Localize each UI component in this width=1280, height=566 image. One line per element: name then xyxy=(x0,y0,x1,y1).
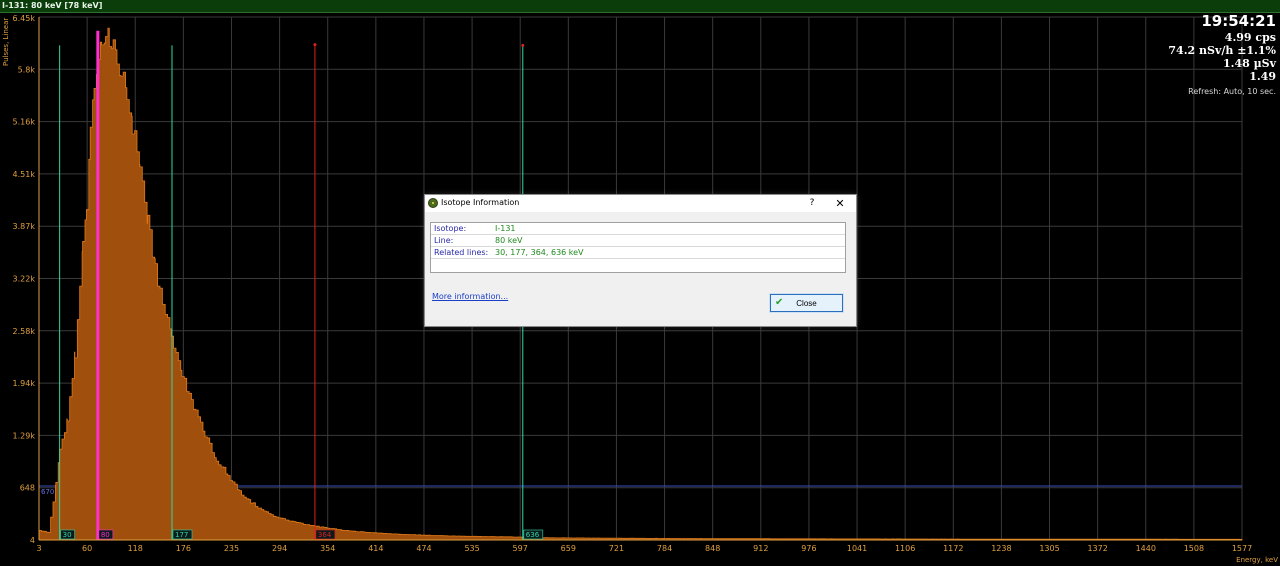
y-tick-label: 3.22k xyxy=(13,275,36,284)
isotope-value: I-131 xyxy=(495,224,516,233)
x-tick-label: 784 xyxy=(657,544,672,553)
x-tick-label: 235 xyxy=(224,544,239,553)
x-tick-label: 912 xyxy=(753,544,768,553)
x-tick-label: 176 xyxy=(176,544,191,553)
y-tick-label: 5.16k xyxy=(13,118,36,127)
y-tick-label: 1.94k xyxy=(13,379,36,388)
x-tick-label: 1041 xyxy=(847,544,867,553)
x-tick-label: 535 xyxy=(464,544,479,553)
line-label-text: 177 xyxy=(175,531,188,539)
stats-panel: 19:54:21 4.99 cps 74.2 nSv/h ±1.1% 1.48 … xyxy=(1168,12,1276,98)
y-tick-label: 6.45k xyxy=(13,14,36,23)
count-rate: 4.99 cps xyxy=(1224,31,1276,44)
y-tick-labels: 4 648 1.29k 1.94k 2.58k 3.22k 3.87k 4.51k 5.16k 5… xyxy=(13,14,36,545)
related-lines-label: Related lines: xyxy=(434,248,489,257)
x-tick-label: 414 xyxy=(368,544,383,553)
threshold-label: 670 xyxy=(41,488,54,496)
x-tick-label: 659 xyxy=(561,544,576,553)
clock-time: 19:54:21 xyxy=(1201,12,1276,30)
line-label: Line: xyxy=(434,236,454,245)
dialog-title: Isotope Information xyxy=(441,198,520,207)
x-tick-label: 1172 xyxy=(943,544,963,553)
x-tick-label: 1508 xyxy=(1184,544,1204,553)
x-tick-label: 848 xyxy=(705,544,720,553)
x-tick-label: 1238 xyxy=(991,544,1011,553)
window-title: I-131: 80 keV [78 keV] xyxy=(2,1,103,10)
refresh-status[interactable]: Refresh: Auto, 10 sec. xyxy=(1168,86,1276,98)
isotope-line-364[interactable]: 364 xyxy=(313,43,336,540)
x-tick-label: 354 xyxy=(320,544,335,553)
x-tick-label: 474 xyxy=(416,544,431,553)
y-tick-label: 5.8k xyxy=(18,65,36,74)
dialog-title-bar[interactable]: Isotope Information ? ✕ xyxy=(425,195,856,212)
y-tick-label: 2.58k xyxy=(13,327,36,336)
line-label-text: 636 xyxy=(526,531,540,539)
help-button[interactable]: ? xyxy=(805,195,819,212)
x-tick-labels: 3 60 118 176 235 294 354 414 474 535 597 659 721 784 8… xyxy=(36,544,1252,553)
dialog-close-icon[interactable]: ✕ xyxy=(833,195,847,212)
x-tick-label: 294 xyxy=(272,544,287,553)
x-tick-label: 1577 xyxy=(1232,544,1252,553)
y-tick-label: 3.87k xyxy=(13,222,36,231)
info-row-related-lines: Related lines: 30, 177, 364, 636 keV xyxy=(431,247,845,259)
x-tick-label: 60 xyxy=(82,544,92,553)
isotope-information-dialog: Isotope Information ? ✕ Isotope: I-131 L… xyxy=(424,194,857,327)
info-row-line: Line: 80 keV xyxy=(431,235,845,247)
line-value: 80 keV xyxy=(495,236,523,245)
radiation-isotope-icon xyxy=(428,198,438,208)
line-top-dot xyxy=(521,43,525,47)
close-button[interactable]: ✔ Close xyxy=(769,293,844,313)
close-button-label: Close xyxy=(796,299,817,308)
x-axis-label: Energy, keV xyxy=(1236,556,1278,564)
line-top-dot xyxy=(313,43,317,47)
y-tick-label: 4 xyxy=(30,536,35,545)
window-title-bar: I-131: 80 keV [78 keV] xyxy=(0,0,1280,13)
isotope-info-list: Isotope: I-131 Line: 80 keV Related line… xyxy=(430,222,846,273)
isotope-label: Isotope: xyxy=(434,224,467,233)
more-information-link[interactable]: More information... xyxy=(432,292,508,301)
x-tick-label: 721 xyxy=(609,544,624,553)
line-label-text: 364 xyxy=(318,531,332,539)
ratio-value: 1.49 xyxy=(1249,70,1276,83)
x-tick-label: 1305 xyxy=(1039,544,1059,553)
x-tick-label: 1372 xyxy=(1087,544,1107,553)
line-label-text: 80 xyxy=(101,531,110,539)
x-tick-label: 3 xyxy=(36,544,41,553)
accumulated-dose: 1.48 µSv xyxy=(1222,57,1276,70)
y-tick-label: 4.51k xyxy=(13,170,36,179)
x-tick-label: 118 xyxy=(128,544,143,553)
info-row-isotope: Isotope: I-131 xyxy=(431,223,845,235)
line-label-text: 30 xyxy=(63,531,72,539)
y-tick-label: 1.29k xyxy=(13,431,36,440)
x-tick-label: 1440 xyxy=(1136,544,1156,553)
y-axis-label: Pulses, Linear xyxy=(2,18,10,66)
y-tick-label: 648 xyxy=(20,484,35,493)
x-tick-label: 976 xyxy=(801,544,816,553)
related-lines-value: 30, 177, 364, 636 keV xyxy=(495,248,584,257)
dose-rate: 74.2 nSv/h ±1.1% xyxy=(1168,44,1276,57)
x-tick-label: 1106 xyxy=(895,544,915,553)
x-tick-label: 597 xyxy=(513,544,528,553)
